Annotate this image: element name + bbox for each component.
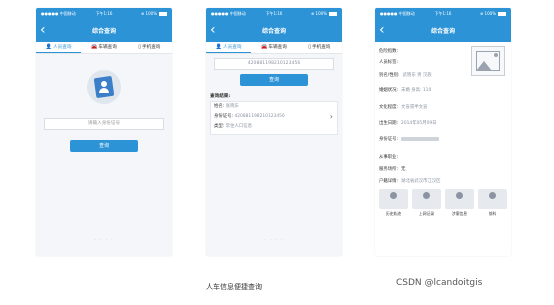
field-birthdate: 出生日期: 2014年05月09日: [379, 121, 437, 126]
tab-person[interactable]: 👤人员查询: [36, 42, 82, 53]
chevron-right-icon: ›: [329, 112, 333, 121]
header: ●●●●● 中国移动 下午1:16 ⊕ 100% ‹ 综合查询: [206, 8, 342, 42]
status-bar: ●●●●● 中国移动 下午1:16 ⊕ 100%: [206, 8, 342, 20]
field-occupation: 从事职业:: [379, 155, 399, 160]
network-icon: [423, 192, 430, 199]
criminal-record-button[interactable]: 前科: [478, 189, 507, 216]
result-row-name: 姓名: 张晓东: [214, 104, 239, 109]
battery-icon: [159, 12, 167, 16]
result-row-id: 身份证号: 420881198210123456: [214, 114, 285, 119]
field-household: 户籍详情: 湖北省武汉市江汉区: [379, 179, 441, 184]
phone-screen-person-detail: ●●●●● 中国移动 下午1:16 ⊕ 100% ‹ 综合查询 危险指数: 人员…: [375, 8, 511, 256]
tab-vehicle[interactable]: 🚘车辆查询: [81, 42, 126, 53]
footer-decoration: • • • •: [263, 237, 285, 242]
field-danger-index: 危险指数:: [379, 49, 399, 54]
action-row: 历史轨迹 上网记录 涉案信息 前科: [379, 189, 507, 216]
phone-screen-person-result: ●●●●● 中国移动 下午1:16 ⊕ 100% ‹ 综合查询 👤人员查询 🚘车…: [206, 8, 342, 256]
navbar: ‹ 综合查询: [375, 20, 511, 42]
field-alias-gender: 别名/性别: 武晓东 男 汉族: [379, 73, 432, 78]
field-service-place: 服务场所: 无: [379, 167, 406, 172]
battery-icon: [498, 12, 506, 16]
page-title: 综合查询: [430, 28, 455, 35]
navbar: ‹ 综合查询: [36, 20, 172, 42]
tab-phone[interactable]: ▯手机查询: [297, 42, 342, 53]
status-bar: ●●●●● 中国移动 下午1:16 ⊕ 100%: [375, 8, 511, 20]
car-icon: 🚘: [91, 44, 98, 50]
internet-record-button[interactable]: 上网记录: [412, 189, 441, 216]
battery-label: ⊕ 100%: [311, 8, 337, 20]
id-card-icon: [87, 70, 121, 104]
phone-icon: ▯: [138, 44, 141, 50]
footer-decoration: • • • •: [93, 237, 115, 242]
battery-icon: [329, 12, 337, 16]
field-education: 文化程度: 文盲或半文盲: [379, 105, 428, 110]
figure-caption: 人车信息便捷查询: [206, 283, 262, 291]
search-button[interactable]: 查询: [240, 74, 308, 86]
car-icon: 🚘: [261, 44, 268, 50]
phone-screen-person-search: ●●●●● 中国移动 下午1:16 ⊕ 100% ‹ 综合查询 👤人员查询 🚘车…: [36, 8, 172, 256]
header: ●●●●● 中国移动 下午1:16 ⊕ 100% ‹ 综合查询: [36, 8, 172, 42]
result-title: 查询结果:: [210, 94, 231, 99]
status-bar: ●●●●● 中国移动 下午1:16 ⊕ 100%: [36, 8, 172, 20]
detail-panel: 危险指数: 人员标签: 别名/性别: 武晓东 男 汉族 婚姻状况: 未婚 身高: 1…: [375, 42, 511, 256]
redacted-value: [401, 136, 440, 141]
case-info-button[interactable]: 涉案信息: [445, 189, 474, 216]
history-icon: [390, 192, 397, 199]
result-card[interactable]: 姓名: 张晓东 身份证号: 420881198210123456 类型: 常住人…: [210, 101, 338, 135]
field-id-number: 身份证号:: [379, 136, 440, 142]
battery-label: ⊕ 100%: [480, 8, 506, 20]
case-icon: [456, 192, 463, 199]
tab-bar: 👤人员查询 🚘车辆查询 ▯手机查询: [206, 42, 342, 54]
result-row-type: 类型: 常住人口信息: [214, 124, 253, 129]
person-icon: 👤: [45, 44, 53, 50]
id-number-input[interactable]: 请输入身份证号: [44, 118, 164, 130]
battery-label: ⊕ 100%: [141, 8, 167, 20]
page-title: 综合查询: [91, 28, 116, 35]
tab-bar: 👤人员查询 🚘车辆查询 ▯手机查询: [36, 42, 172, 54]
page-title: 综合查询: [261, 28, 286, 35]
navbar: ‹ 综合查询: [206, 20, 342, 42]
watermark: CSDN @lcandoitgis: [396, 278, 483, 288]
field-person-tag: 人员标签:: [379, 60, 399, 65]
tab-phone[interactable]: ▯手机查询: [127, 42, 172, 53]
history-track-button[interactable]: 历史轨迹: [379, 189, 408, 216]
search-button[interactable]: 查询: [70, 140, 138, 152]
header: ●●●●● 中国移动 下午1:16 ⊕ 100% ‹ 综合查询: [375, 8, 511, 42]
record-icon: [489, 192, 496, 199]
field-marital: 婚姻状况: 未婚 身高: 110: [379, 88, 432, 93]
tab-person[interactable]: 👤人员查询: [206, 42, 252, 53]
image-placeholder-icon: [471, 46, 505, 76]
id-number-input[interactable]: 420881198210123456: [214, 58, 334, 70]
person-icon: 👤: [215, 44, 223, 50]
tab-vehicle[interactable]: 🚘车辆查询: [251, 42, 296, 53]
phone-icon: ▯: [308, 44, 311, 50]
